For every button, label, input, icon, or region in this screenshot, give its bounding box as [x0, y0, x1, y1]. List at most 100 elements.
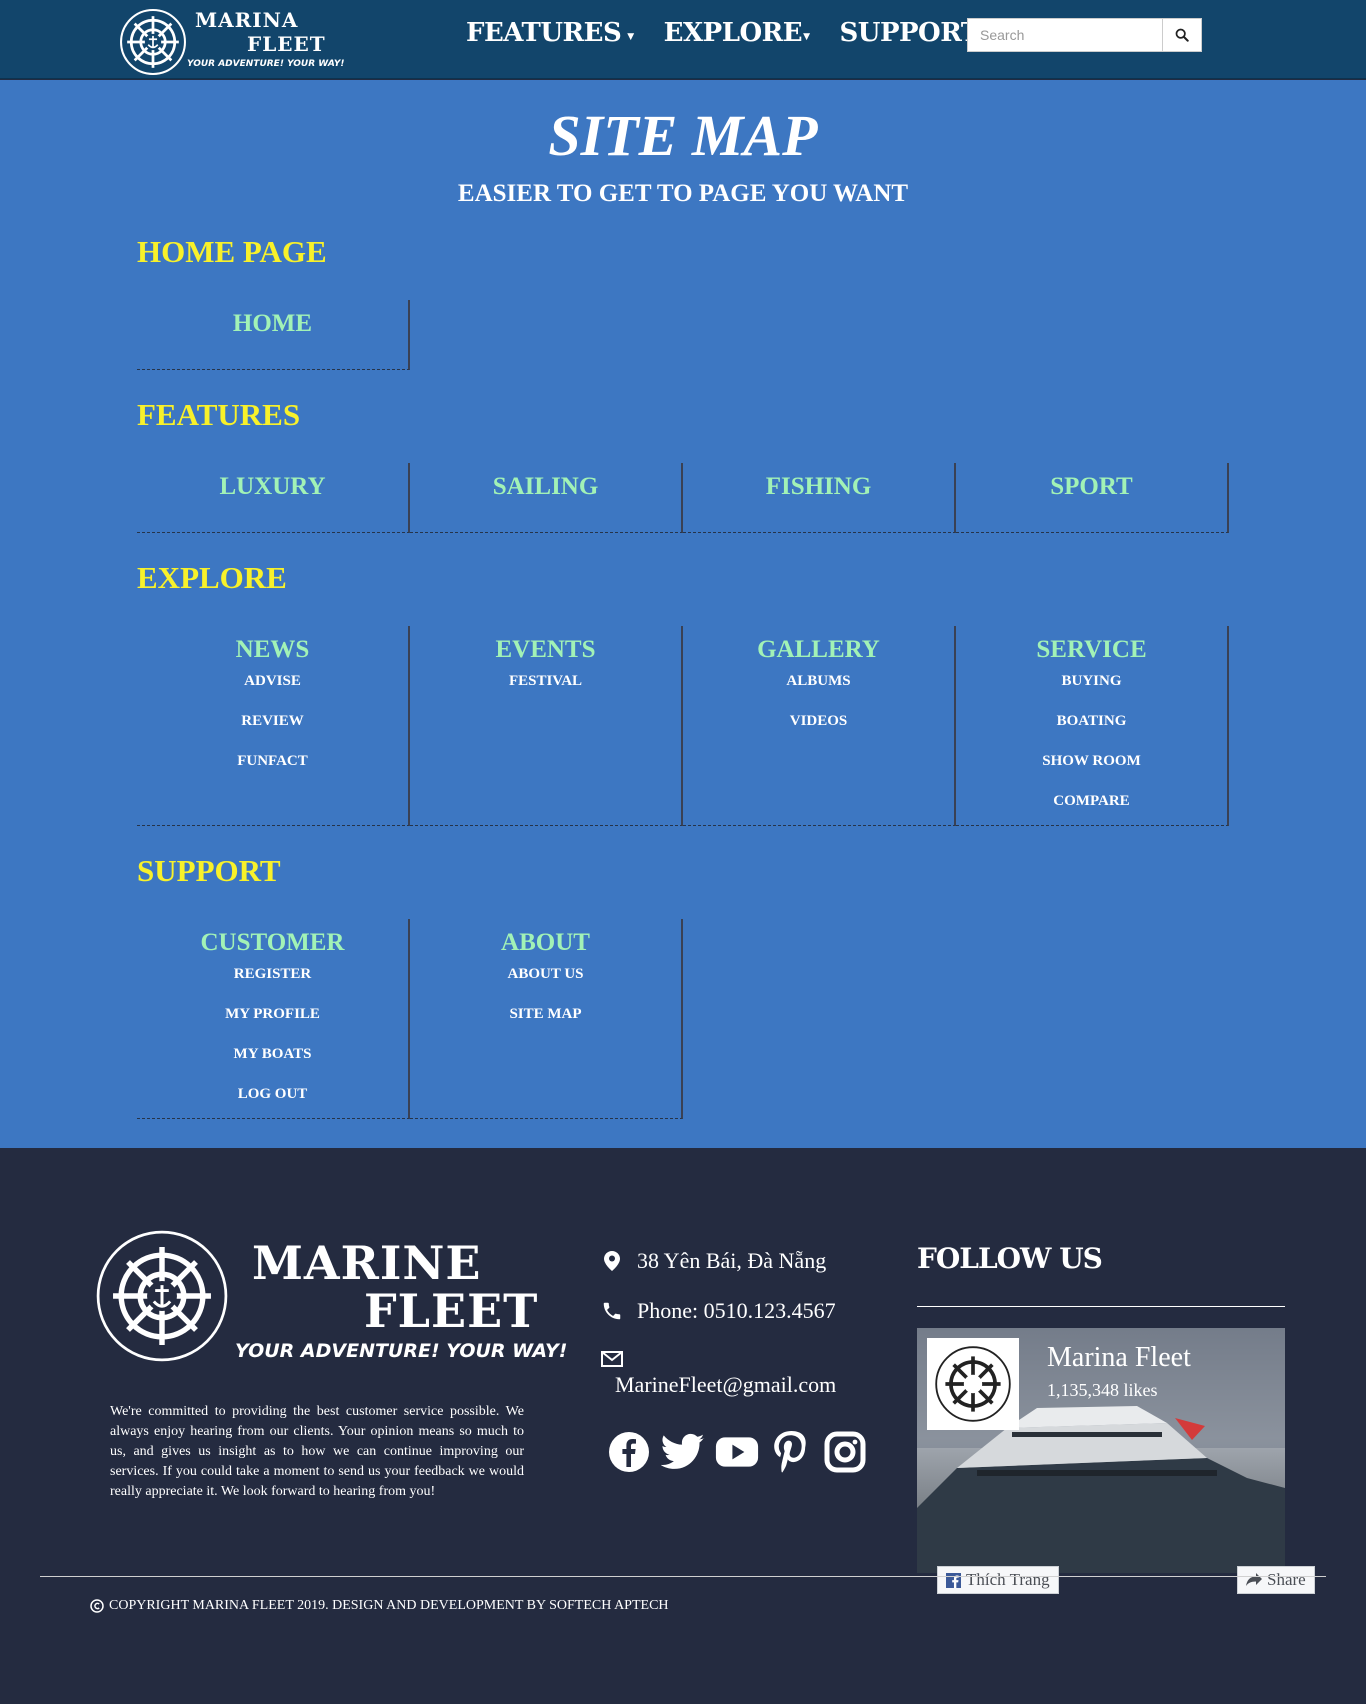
- sitemap-link-events[interactable]: EVENTS: [410, 636, 681, 664]
- facebook-share-button[interactable]: Share: [1237, 1566, 1315, 1594]
- caret-down-icon: ▼: [627, 32, 634, 42]
- sitemap-link-sport[interactable]: SPORT: [956, 473, 1227, 501]
- sitemap-link-fishing[interactable]: FISHING: [683, 473, 954, 501]
- footer-description: We're committed to providing the best cu…: [110, 1404, 524, 1499]
- instagram-icon[interactable]: [823, 1430, 867, 1474]
- envelope-icon: [601, 1348, 623, 1370]
- nav-support-label: SUPPORT: [839, 18, 981, 48]
- sitemap-column: GALLERY ALBUMS VIDEOS: [683, 626, 956, 826]
- ship-wheel-icon: [96, 1230, 228, 1362]
- follow-us-title: FOLLOW US: [917, 1242, 1103, 1275]
- phone-icon: [601, 1300, 623, 1322]
- copyright-icon: [90, 1599, 104, 1613]
- sitemap-link-videos[interactable]: VIDEOS: [683, 710, 954, 750]
- sitemap-link-buying[interactable]: BUYING: [956, 670, 1227, 710]
- caret-down-icon: ▼: [803, 32, 810, 42]
- sitemap-sublinks: FESTIVAL: [410, 670, 681, 710]
- sitemap-row-support: CUSTOMER REGISTER MY PROFILE MY BOATS LO…: [137, 919, 683, 1119]
- sitemap-column: EVENTS FESTIVAL: [410, 626, 683, 826]
- facebook-page-logo: [927, 1338, 1019, 1430]
- page-subtitle: EASIER TO GET TO PAGE YOU WANT: [457, 180, 909, 207]
- section-title-features: FEATURES: [137, 397, 301, 432]
- section-title-support: SUPPORT: [137, 853, 281, 888]
- sitemap-column: FISHING: [683, 463, 956, 533]
- pinterest-icon[interactable]: [769, 1430, 813, 1474]
- sitemap-link-register[interactable]: REGISTER: [137, 963, 408, 1003]
- sitemap-link-festival[interactable]: FESTIVAL: [410, 670, 681, 710]
- sitemap-link-compare[interactable]: COMPARE: [956, 790, 1227, 830]
- search-input[interactable]: [967, 18, 1162, 52]
- facebook-page-name: Marina Fleet: [1047, 1342, 1191, 1373]
- sitemap-link-site-map[interactable]: SITE MAP: [410, 1003, 681, 1043]
- site-logo[interactable]: MARINA FLEET YOUR ADVENTURE! YOUR WAY!: [119, 6, 344, 75]
- copyright: COPYRIGHT MARINA FLEET 2019. DESIGN AND …: [90, 1598, 669, 1614]
- follow-divider: [917, 1306, 1285, 1307]
- sitemap-link-customer[interactable]: CUSTOMER: [137, 929, 408, 957]
- footer-address: 38 Yên Bái, Đà Nẵng: [601, 1248, 826, 1274]
- footer-brand-line1: MARINE: [252, 1236, 482, 1290]
- logo-brand-line2: FLEET: [247, 32, 326, 56]
- navbar: MARINA FLEET YOUR ADVENTURE! YOUR WAY! F…: [0, 0, 1366, 79]
- sitemap-link-boating[interactable]: BOATING: [956, 710, 1227, 750]
- sitemap-link-luxury[interactable]: LUXURY: [137, 473, 408, 501]
- nav-features-label: FEATURES: [466, 18, 622, 48]
- sitemap-link-funfact[interactable]: FUNFACT: [137, 750, 408, 790]
- facebook-like-page-button[interactable]: Thích Trang: [937, 1566, 1059, 1594]
- sitemap-main: SITE MAP EASIER TO GET TO PAGE YOU WANT …: [0, 80, 1366, 1148]
- sitemap-link-sailing[interactable]: SAILING: [410, 473, 681, 501]
- sitemap-column: CUSTOMER REGISTER MY PROFILE MY BOATS LO…: [137, 919, 410, 1119]
- sitemap-link-gallery[interactable]: GALLERY: [683, 636, 954, 664]
- facebook-like-label: Thích Trang: [966, 1570, 1050, 1589]
- nav-features[interactable]: FEATURES ▼: [466, 18, 634, 48]
- twitter-icon[interactable]: [661, 1430, 705, 1474]
- sitemap-link-news[interactable]: NEWS: [137, 636, 408, 664]
- map-marker-icon: [601, 1250, 623, 1272]
- sitemap-link-home[interactable]: HOME: [137, 310, 408, 338]
- sitemap-column: SPORT: [956, 463, 1229, 533]
- footer-phone-text: Phone: 0510.123.4567: [637, 1298, 836, 1323]
- sitemap-link-log-out[interactable]: LOG OUT: [137, 1083, 408, 1123]
- sitemap-sublinks: REGISTER MY PROFILE MY BOATS LOG OUT: [137, 963, 408, 1123]
- footer-address-text: 38 Yên Bái, Đà Nẵng: [637, 1248, 827, 1273]
- logo-brand-line1: MARINA: [195, 8, 299, 32]
- nav-explore[interactable]: EXPLORE ▼: [664, 18, 810, 48]
- sitemap-row-explore: NEWS ADVISE REVIEW FUNFACT EVENTS FESTIV…: [137, 626, 1229, 826]
- sitemap-column: SAILING: [410, 463, 683, 533]
- sitemap-column: LUXURY: [137, 463, 410, 533]
- copyright-text: COPYRIGHT MARINA FLEET 2019. DESIGN AND …: [109, 1598, 669, 1613]
- sitemap-link-about-us[interactable]: ABOUT US: [410, 963, 681, 1003]
- sitemap-link-service[interactable]: SERVICE: [956, 636, 1227, 664]
- facebook-icon[interactable]: [607, 1430, 651, 1474]
- footer-logo[interactable]: MARINE FLEET YOUR ADVENTURE! YOUR WAY!: [94, 1228, 567, 1368]
- social-links: [607, 1430, 867, 1474]
- sitemap-column: NEWS ADVISE REVIEW FUNFACT: [137, 626, 410, 826]
- sitemap-link-my-profile[interactable]: MY PROFILE: [137, 1003, 408, 1043]
- sitemap-column: SERVICE BUYING BOATING SHOW ROOM COMPARE: [956, 626, 1229, 826]
- sitemap-link-my-boats[interactable]: MY BOATS: [137, 1043, 408, 1083]
- facebook-page-likes: 1,135,348 likes: [1047, 1380, 1158, 1400]
- footer-phone: Phone: 0510.123.4567: [601, 1298, 836, 1324]
- sitemap-link-show-room[interactable]: SHOW ROOM: [956, 750, 1227, 790]
- sitemap-sublinks: ABOUT US SITE MAP: [410, 963, 681, 1043]
- sitemap-link-albums[interactable]: ALBUMS: [683, 670, 954, 710]
- facebook-page-widget[interactable]: Marina Fleet 1,135,348 likes: [917, 1328, 1285, 1573]
- footer-divider: [40, 1576, 1326, 1577]
- search-icon: [1175, 28, 1189, 42]
- footer-brand-tagline: YOUR ADVENTURE! YOUR WAY!: [235, 1340, 568, 1362]
- search-button[interactable]: [1162, 18, 1202, 52]
- footer-email: [601, 1348, 637, 1372]
- search-form: [967, 18, 1202, 52]
- page-title: SITE MAP: [548, 103, 818, 168]
- sitemap-link-review[interactable]: REVIEW: [137, 710, 408, 750]
- sitemap-column: HOME: [137, 300, 410, 370]
- sitemap-row-home: HOME: [137, 300, 410, 370]
- ship-wheel-icon: [120, 9, 186, 75]
- sitemap-sublinks: ALBUMS VIDEOS: [683, 670, 954, 750]
- nav-explore-label: EXPLORE: [663, 18, 803, 48]
- sitemap-link-about[interactable]: ABOUT: [410, 929, 681, 957]
- site-footer: MARINE FLEET YOUR ADVENTURE! YOUR WAY! W…: [0, 1148, 1366, 1704]
- footer-email-text[interactable]: MarineFleet@gmail.com: [615, 1372, 836, 1398]
- main-nav: FEATURES ▼ EXPLORE ▼ SUPPORT ▼: [466, 18, 993, 48]
- sitemap-link-advise[interactable]: ADVISE: [137, 670, 408, 710]
- youtube-icon[interactable]: [715, 1430, 759, 1474]
